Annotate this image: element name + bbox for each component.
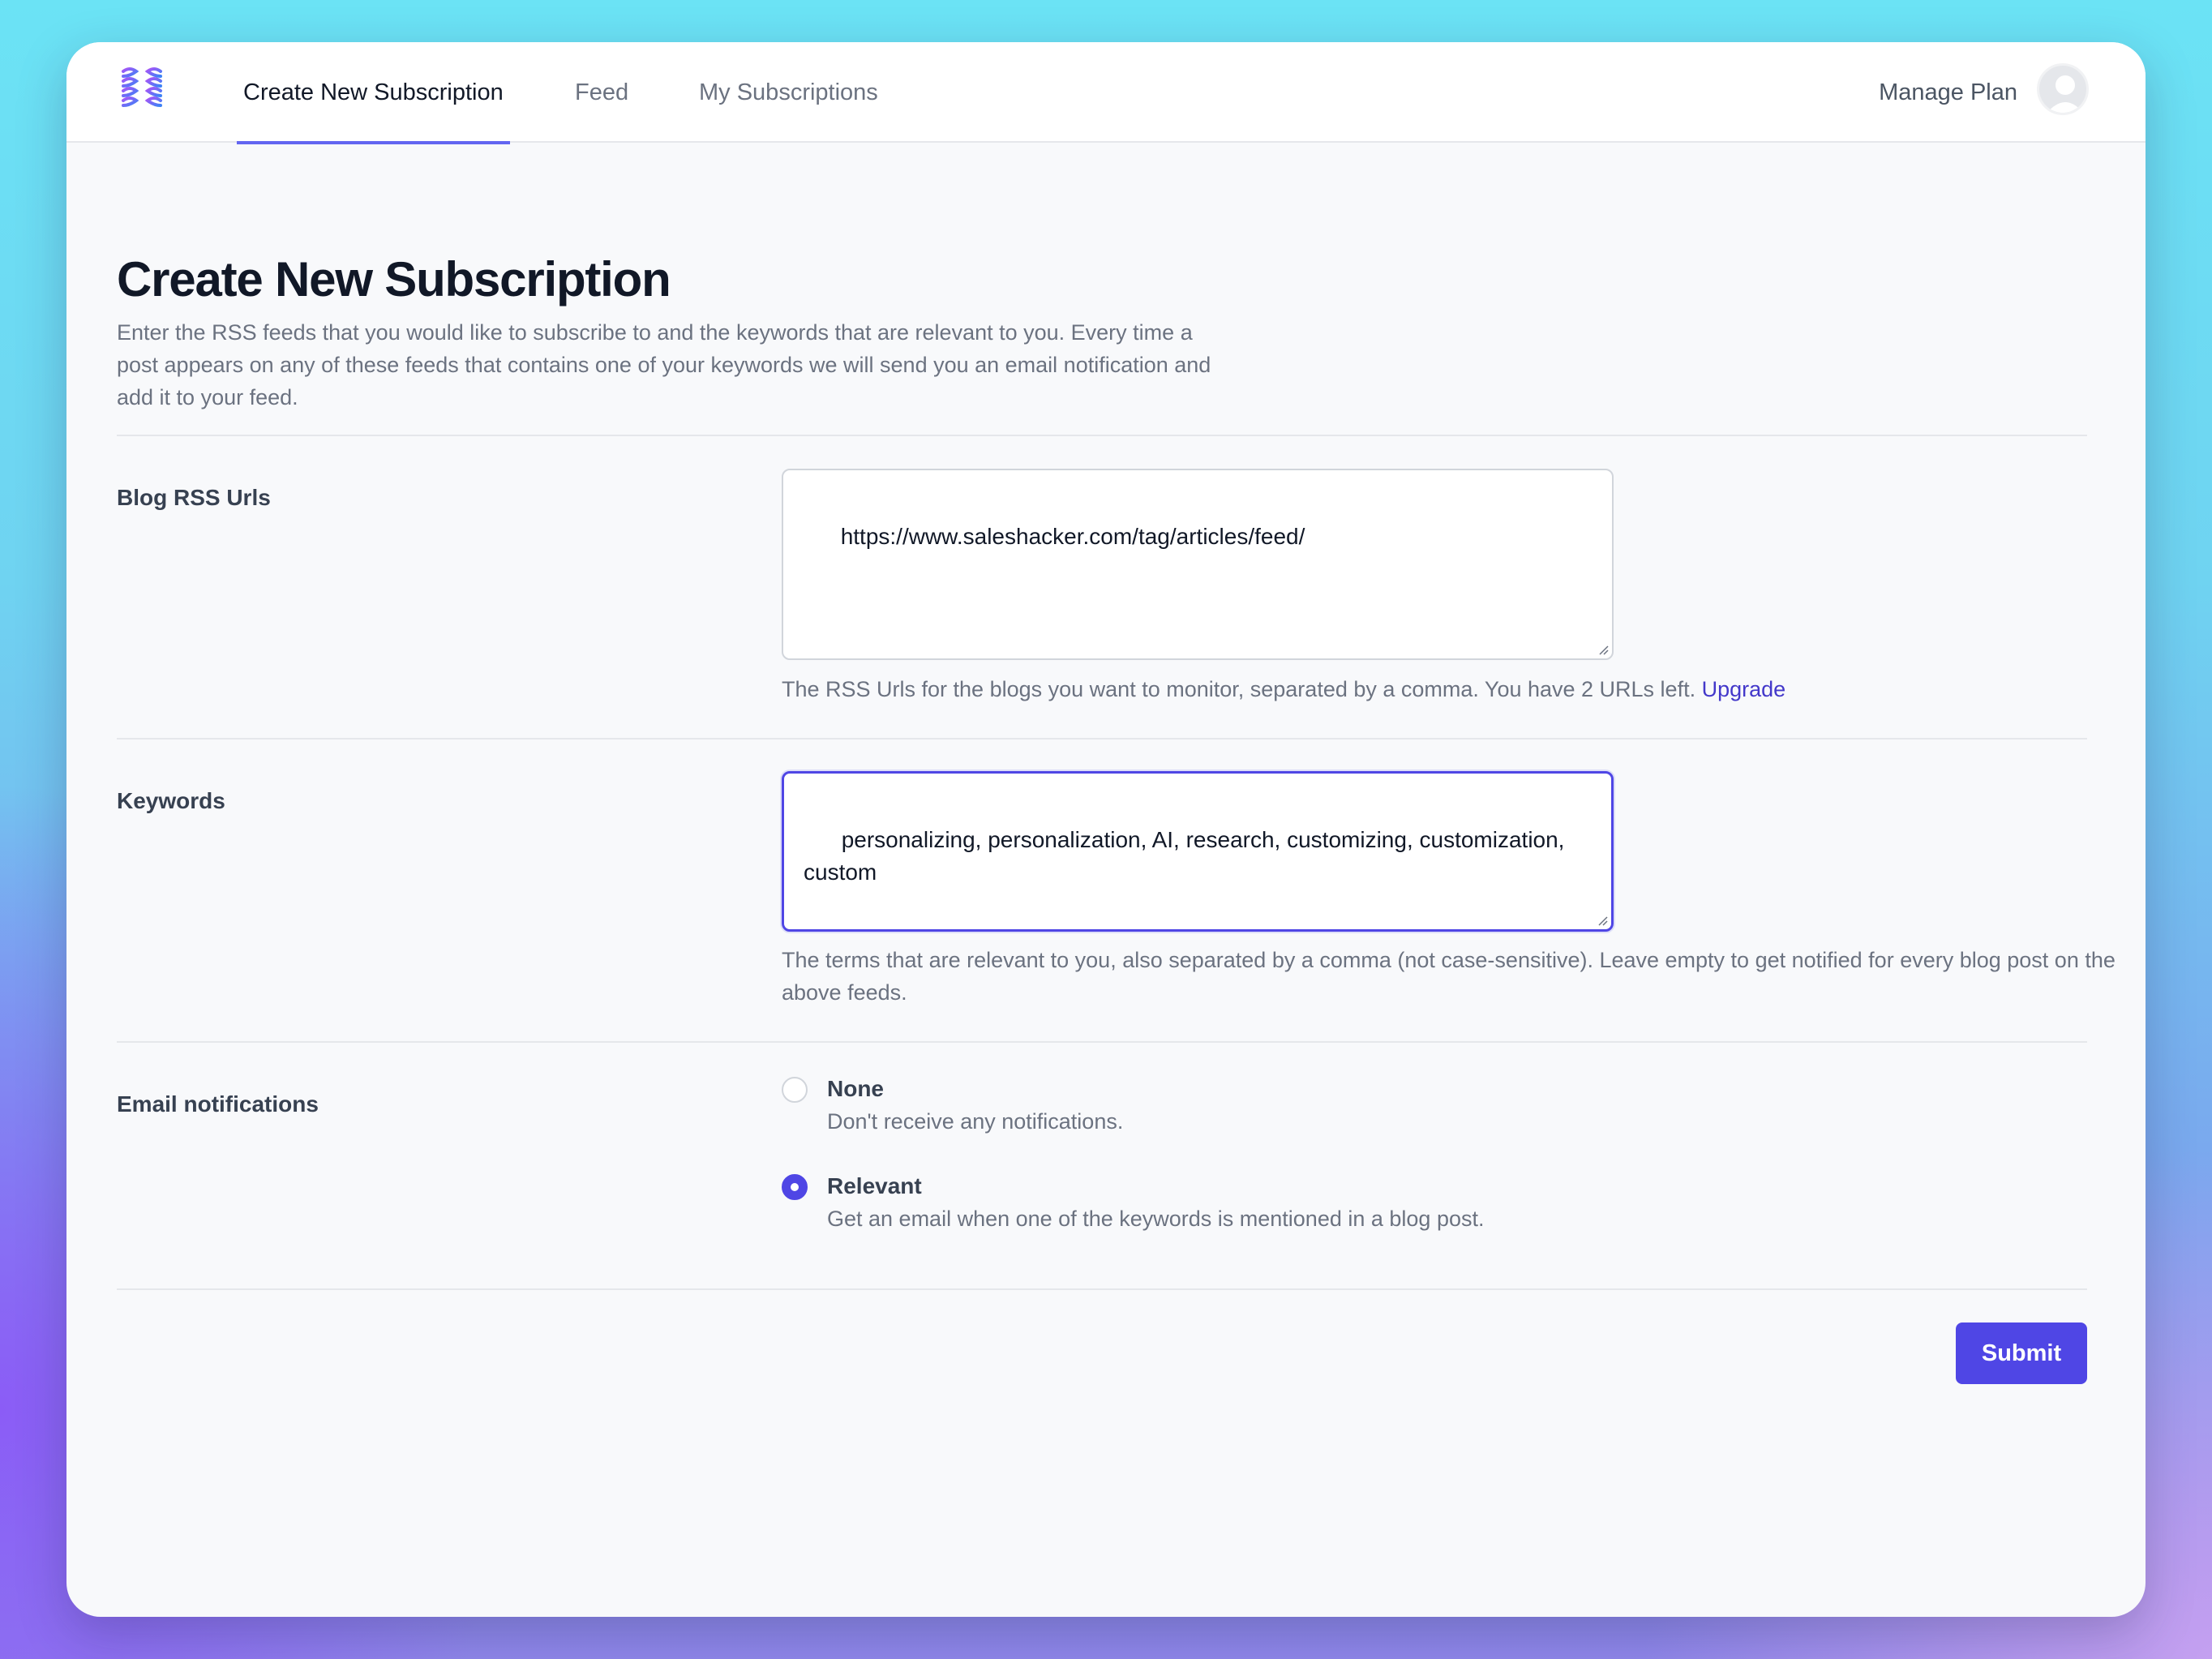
- radio-none[interactable]: [782, 1077, 808, 1103]
- radio-relevant-title[interactable]: Relevant: [827, 1173, 922, 1199]
- radio-relevant-description: Get an email when one of the keywords is…: [827, 1207, 1485, 1231]
- divider: [117, 738, 2087, 739]
- keywords-label: Keywords: [117, 788, 225, 813]
- user-avatar-icon[interactable]: [2037, 63, 2089, 115]
- resize-handle-icon[interactable]: [1597, 915, 1608, 926]
- manage-plan-link[interactable]: Manage Plan: [1879, 42, 2017, 143]
- upgrade-link[interactable]: Upgrade: [1702, 677, 1786, 701]
- divider: [117, 1041, 2087, 1043]
- top-navbar: Create New Subscription Feed My Subscrip…: [66, 42, 2146, 144]
- keywords-textarea[interactable]: personalizing, personalization, AI, rese…: [782, 771, 1614, 932]
- radio-relevant[interactable]: [782, 1174, 808, 1200]
- tab-my-subscriptions[interactable]: My Subscriptions: [692, 42, 885, 143]
- resize-handle-icon[interactable]: [1597, 644, 1609, 655]
- keywords-help-text: The terms that are relevant to you, also…: [782, 948, 2116, 1005]
- page-description: Enter the RSS feeds that you would like …: [117, 320, 1211, 409]
- divider: [117, 1288, 2087, 1290]
- page-title: Create New Subscription: [117, 252, 671, 307]
- rss-urls-textarea[interactable]: https://www.saleshacker.com/tag/articles…: [782, 469, 1614, 660]
- rss-help-text: The RSS Urls for the blogs you want to m…: [782, 677, 1786, 701]
- radio-none-description: Don't receive any notifications.: [827, 1109, 1124, 1134]
- divider: [117, 435, 2087, 436]
- submit-button[interactable]: Submit: [1956, 1322, 2087, 1384]
- brain-logo-icon[interactable]: [115, 63, 169, 117]
- keywords-value: personalizing, personalization, AI, rese…: [804, 827, 1571, 885]
- rss-urls-value: https://www.saleshacker.com/tag/articles…: [840, 524, 1305, 549]
- tab-feed[interactable]: Feed: [568, 42, 635, 143]
- radio-none-title[interactable]: None: [827, 1076, 884, 1102]
- tab-create-new-subscription[interactable]: Create New Subscription: [237, 42, 510, 144]
- rss-label: Blog RSS Urls: [117, 485, 271, 510]
- email-notifications-label: Email notifications: [117, 1091, 319, 1117]
- app-window: Create New Subscription Feed My Subscrip…: [66, 42, 2146, 1617]
